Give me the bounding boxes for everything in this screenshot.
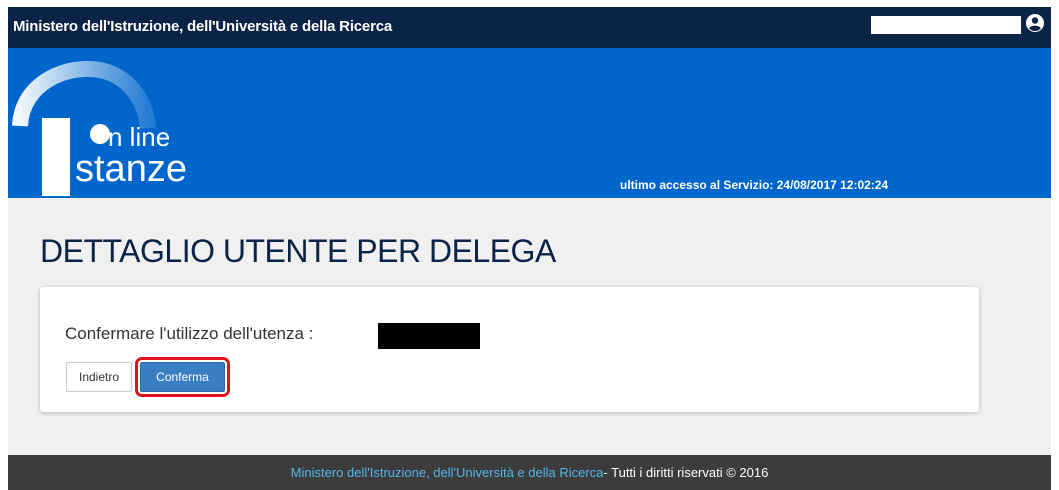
page-frame: Ministero dell'Istruzione, dell'Universi… [8,7,1051,490]
confirm-button[interactable]: Conferma [135,357,230,397]
masked-username [378,323,480,349]
footer-rights: - Tutti i diritti riservati © 2016 [603,465,769,480]
user-circle-icon[interactable] [1025,13,1045,33]
top-bar: Ministero dell'Istruzione, dell'Universi… [8,7,1051,48]
ministry-title: Ministero dell'Istruzione, dell'Universi… [13,18,392,35]
back-button[interactable]: Indietro [66,362,132,392]
last-access-info: ultimo accesso al Servizio: 24/08/2017 1… [620,178,889,192]
footer-ministry-link[interactable]: Ministero dell'Istruzione, dell'Universi… [291,465,604,480]
footer: Ministero dell'Istruzione, dell'Universi… [8,455,1051,490]
header-banner: n line stanze ultimo accesso al Servizio… [8,48,1051,198]
confirm-prompt: Confermare l'utilizzo dell'utenza : [65,324,314,343]
logo-text-stanze: stanze [75,148,187,190]
page-title: DETTAGLIO UTENTE PER DELEGA [40,233,556,269]
confirm-panel: Confermare l'utilizzo dell'utenza : Indi… [40,287,979,412]
user-name-field [871,16,1021,34]
